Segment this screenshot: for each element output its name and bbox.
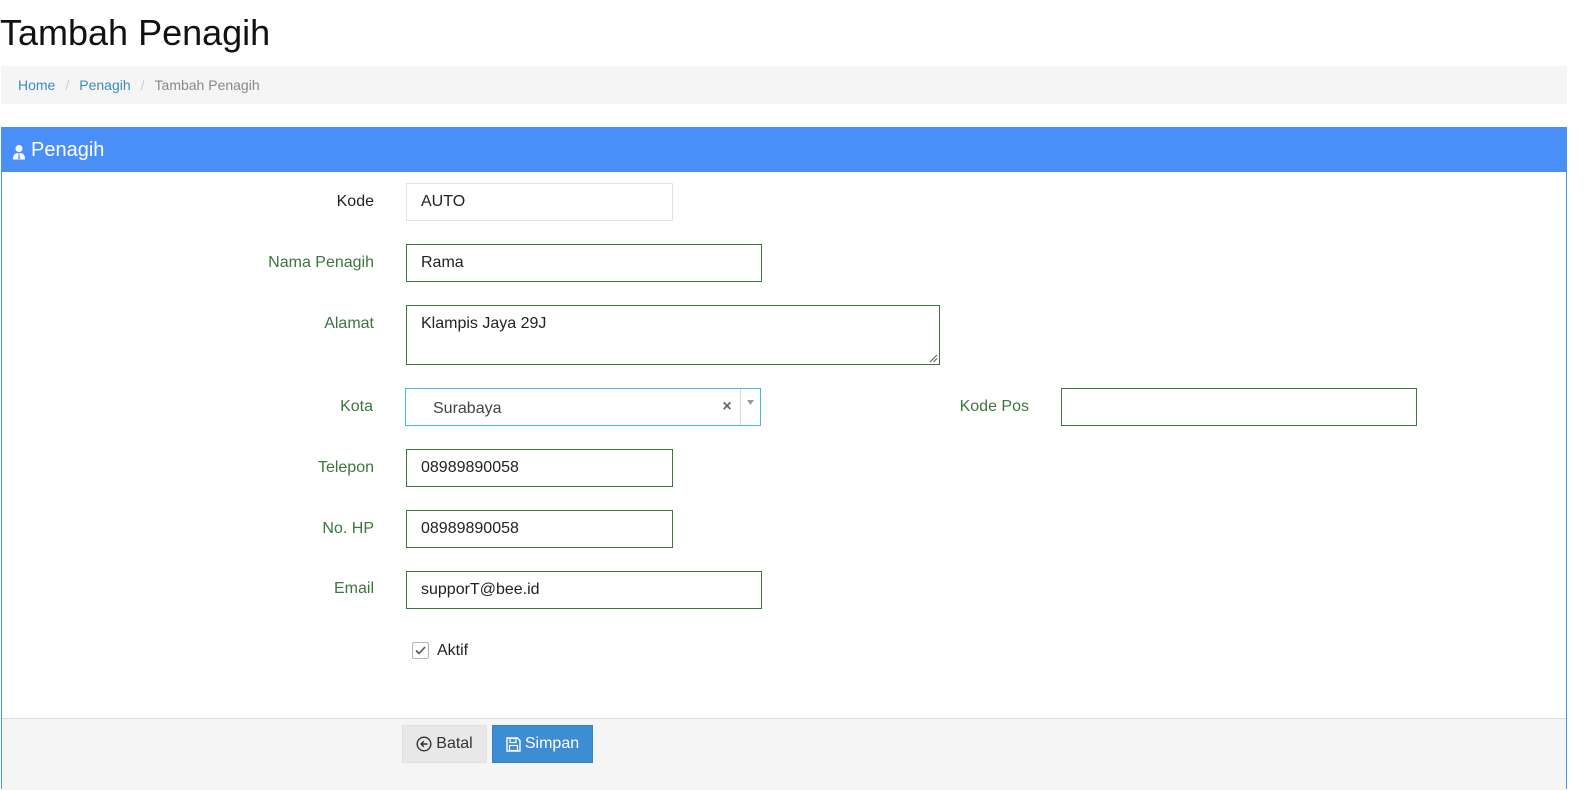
resize-grip-icon[interactable] bbox=[929, 354, 938, 363]
batal-button[interactable]: Batal bbox=[402, 725, 487, 763]
telepon-input[interactable] bbox=[406, 449, 673, 487]
breadcrumb-penagih-link[interactable]: Penagih bbox=[79, 77, 130, 93]
kode-input[interactable] bbox=[406, 183, 673, 221]
breadcrumb-separator: / bbox=[65, 77, 70, 93]
page-title: Tambah Penagih bbox=[0, 12, 271, 53]
floppy-disk-icon bbox=[506, 736, 521, 752]
check-icon bbox=[415, 646, 426, 655]
kode-label: Kode bbox=[336, 193, 374, 210]
panel-heading: Penagih bbox=[2, 128, 1566, 172]
user-tie-icon bbox=[13, 145, 25, 160]
breadcrumb: Home / Penagih / Tambah Penagih bbox=[1, 66, 1567, 104]
nama-penagih-label: Nama Penagih bbox=[268, 254, 374, 271]
arrow-circle-left-icon bbox=[416, 736, 432, 752]
telepon-label: Telepon bbox=[317, 459, 374, 476]
aktif-label[interactable]: Aktif bbox=[437, 642, 468, 660]
penagih-panel: Penagih Kode Nama Penagih Alamat Klampis… bbox=[1, 127, 1567, 790]
simpan-label: Simpan bbox=[524, 735, 580, 752]
simpan-button[interactable]: Simpan bbox=[492, 725, 593, 763]
no-hp-label: No. HP bbox=[322, 520, 374, 537]
email-input[interactable] bbox=[406, 571, 762, 609]
alamat-wrapper: Klampis Jaya 29J bbox=[406, 305, 940, 365]
batal-label: Batal bbox=[436, 735, 473, 752]
clear-icon[interactable]: × bbox=[714, 398, 740, 416]
panel-footer: Batal Simpan bbox=[2, 718, 1566, 790]
email-label: Email bbox=[333, 580, 374, 597]
caret-down-icon bbox=[747, 400, 754, 405]
kode-pos-input[interactable] bbox=[1061, 388, 1417, 426]
breadcrumb-home-link[interactable]: Home bbox=[18, 77, 55, 93]
nama-penagih-input[interactable] bbox=[406, 244, 762, 282]
alamat-label: Alamat bbox=[324, 315, 374, 332]
breadcrumb-current: Tambah Penagih bbox=[154, 77, 260, 93]
panel-title: Penagih bbox=[31, 138, 105, 161]
aktif-checkbox[interactable] bbox=[412, 642, 429, 659]
kota-label: Kota bbox=[340, 398, 373, 415]
no-hp-input[interactable] bbox=[406, 510, 673, 548]
alamat-textarea[interactable]: Klampis Jaya 29J bbox=[406, 305, 940, 365]
kota-selected-value: Surabaya bbox=[433, 400, 502, 417]
kota-select[interactable]: Surabaya × bbox=[405, 388, 761, 426]
breadcrumb-separator: / bbox=[140, 77, 145, 93]
kode-pos-label: Kode Pos bbox=[959, 398, 1029, 415]
chevron-down-icon[interactable] bbox=[740, 389, 760, 425]
